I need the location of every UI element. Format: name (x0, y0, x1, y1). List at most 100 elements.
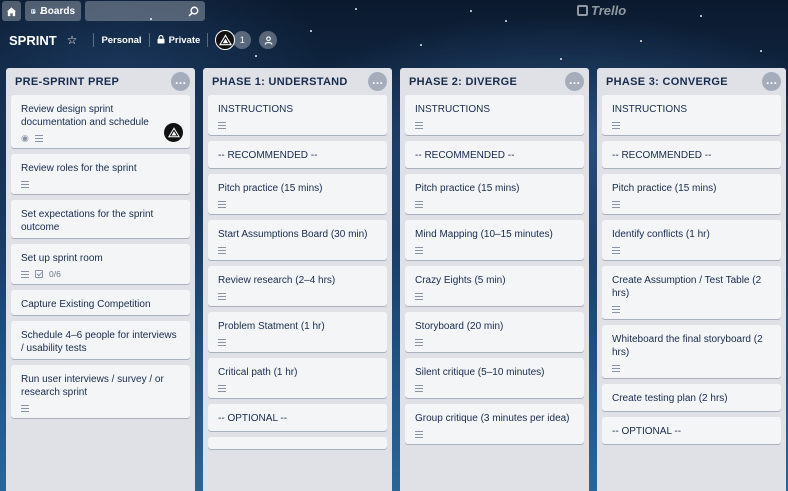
card-title: INSTRUCTIONS (415, 104, 490, 115)
star-icon[interactable]: ☆ (67, 33, 78, 47)
list-column[interactable]: PHASE 2: DIVERGE … INSTRUCTIONS -- RECOMMEN… (400, 68, 589, 491)
card-title: -- RECOMMENDED -- (218, 150, 318, 161)
card[interactable]: Problem Statment (1 hr) (208, 312, 387, 352)
list-header[interactable]: PHASE 2: DIVERGE … (405, 68, 584, 95)
card[interactable]: -- RECOMMENDED -- (602, 141, 781, 168)
card-title: Group critique (3 minutes per idea) (415, 413, 570, 424)
trello-logo[interactable]: Trello (577, 3, 626, 18)
card[interactable]: Review research (2–4 hrs) (208, 266, 387, 306)
card-title: Create testing plan (2 hrs) (612, 393, 728, 404)
card[interactable]: Whiteboard the final storyboard (2 hrs) (602, 325, 781, 378)
card[interactable]: Schedule 4–6 people for interviews / usa… (11, 321, 190, 359)
home-button[interactable] (2, 1, 21, 21)
card[interactable]: -- RECOMMENDED -- (405, 141, 584, 168)
card[interactable]: Storyboard (20 min) (405, 312, 584, 352)
card-member-avatar[interactable] (164, 123, 183, 142)
card-badges (415, 244, 574, 256)
app-header: Boards (0, 0, 788, 22)
list-column[interactable]: PRE-SPRINT PREP … Review design sprint doc… (6, 68, 195, 491)
card[interactable]: Pitch practice (15 mins) (602, 174, 781, 214)
card[interactable]: Capture Existing Competition (11, 290, 190, 315)
card-title: Review roles for the sprint (21, 163, 137, 174)
card-title: Storyboard (20 min) (415, 321, 504, 332)
card-badges (21, 402, 180, 414)
invite-button[interactable] (259, 31, 278, 49)
card-badges (218, 336, 377, 348)
description-icon (415, 338, 423, 346)
card-title: Set expectations for the sprint outcome (21, 209, 154, 233)
card-title: Silent critique (5–10 minutes) (415, 367, 545, 378)
description-icon (218, 246, 226, 254)
card[interactable]: Pitch practice (15 mins) (208, 174, 387, 214)
card-badges (612, 198, 771, 210)
trello-logo-icon (577, 5, 588, 16)
card-badges (415, 119, 574, 131)
card[interactable]: INSTRUCTIONS (208, 95, 387, 135)
card[interactable] (208, 437, 387, 449)
card[interactable]: -- OPTIONAL -- (602, 417, 781, 444)
card[interactable]: Group critique (3 minutes per idea) (405, 404, 584, 444)
description-icon (218, 384, 226, 392)
description-icon (21, 180, 29, 188)
card[interactable]: Set expectations for the sprint outcome (11, 200, 190, 238)
card[interactable]: INSTRUCTIONS (405, 95, 584, 135)
card-badges (218, 382, 377, 394)
card[interactable]: Crazy Eights (5 min) (405, 266, 584, 306)
list-title[interactable]: PHASE 1: UNDERSTAND (212, 76, 348, 88)
list-column[interactable]: PHASE 3: CONVERGE … INSTRUCTIONS -- RECOMME… (597, 68, 786, 491)
card[interactable]: Create Assumption / Test Table (2 hrs) (602, 266, 781, 319)
card[interactable]: -- OPTIONAL -- (208, 404, 387, 431)
card[interactable]: Set up sprint room 0/6 (11, 244, 190, 284)
card[interactable]: Review roles for the sprint (11, 154, 190, 194)
card-title: Identify conflicts (1 hr) (612, 229, 710, 240)
card-badges (218, 119, 377, 131)
list-header[interactable]: PRE-SPRINT PREP … (11, 68, 190, 95)
add-member-icon (264, 35, 273, 45)
visibility-button[interactable]: Private (169, 35, 201, 46)
card[interactable]: INSTRUCTIONS (602, 95, 781, 135)
card[interactable]: Run user interviews / survey / or resear… (11, 365, 190, 418)
trello-logo-text: Trello (591, 3, 627, 18)
description-icon (218, 292, 226, 300)
card-title: Problem Statment (1 hr) (218, 321, 325, 332)
description-icon (218, 121, 226, 129)
checklist-count: 0/6 (49, 268, 61, 279)
search-input[interactable] (85, 1, 205, 21)
list-title[interactable]: PRE-SPRINT PREP (15, 76, 119, 88)
more-options-icon[interactable]: … (171, 72, 190, 91)
list-header[interactable]: PHASE 1: UNDERSTAND … (208, 68, 387, 95)
card-title: Create Assumption / Test Table (2 hrs) (612, 275, 762, 299)
description-icon (612, 246, 620, 254)
member-count-badge[interactable]: 1 (233, 31, 252, 49)
description-icon (415, 121, 423, 129)
boards-button[interactable]: Boards (25, 1, 81, 21)
board-title[interactable]: SPRINT (9, 33, 57, 48)
card[interactable]: Mind Mapping (10–15 minutes) (405, 220, 584, 260)
more-options-icon[interactable]: … (565, 72, 584, 91)
card-badges (612, 362, 771, 374)
card-badges (21, 178, 180, 190)
card-badges (612, 303, 771, 315)
avatar-logo-icon (218, 34, 232, 46)
card-badges (218, 198, 377, 210)
card[interactable]: -- RECOMMENDED -- (208, 141, 387, 168)
card-title: Pitch practice (15 mins) (612, 183, 717, 194)
card-title: INSTRUCTIONS (612, 104, 687, 115)
list-header[interactable]: PHASE 3: CONVERGE … (602, 68, 781, 95)
card[interactable]: Start Assumptions Board (30 min) (208, 220, 387, 260)
card-title: -- OPTIONAL -- (218, 413, 288, 424)
card[interactable]: Create testing plan (2 hrs) (602, 384, 781, 411)
list-title[interactable]: PHASE 3: CONVERGE (606, 76, 728, 88)
member-avatar[interactable] (215, 30, 236, 50)
card[interactable]: Identify conflicts (1 hr) (602, 220, 781, 260)
team-button[interactable]: Personal (101, 35, 141, 46)
card[interactable]: Review design sprint documentation and s… (11, 95, 190, 148)
card[interactable]: Silent critique (5–10 minutes) (405, 358, 584, 398)
card[interactable]: Pitch practice (15 mins) (405, 174, 584, 214)
card[interactable]: Critical path (1 hr) (208, 358, 387, 398)
card-badges (415, 336, 574, 348)
more-options-icon[interactable]: … (762, 72, 781, 91)
list-title[interactable]: PHASE 2: DIVERGE (409, 76, 517, 88)
more-options-icon[interactable]: … (368, 72, 387, 91)
list-column[interactable]: PHASE 1: UNDERSTAND … INSTRUCTIONS -- RECOM… (203, 68, 392, 491)
